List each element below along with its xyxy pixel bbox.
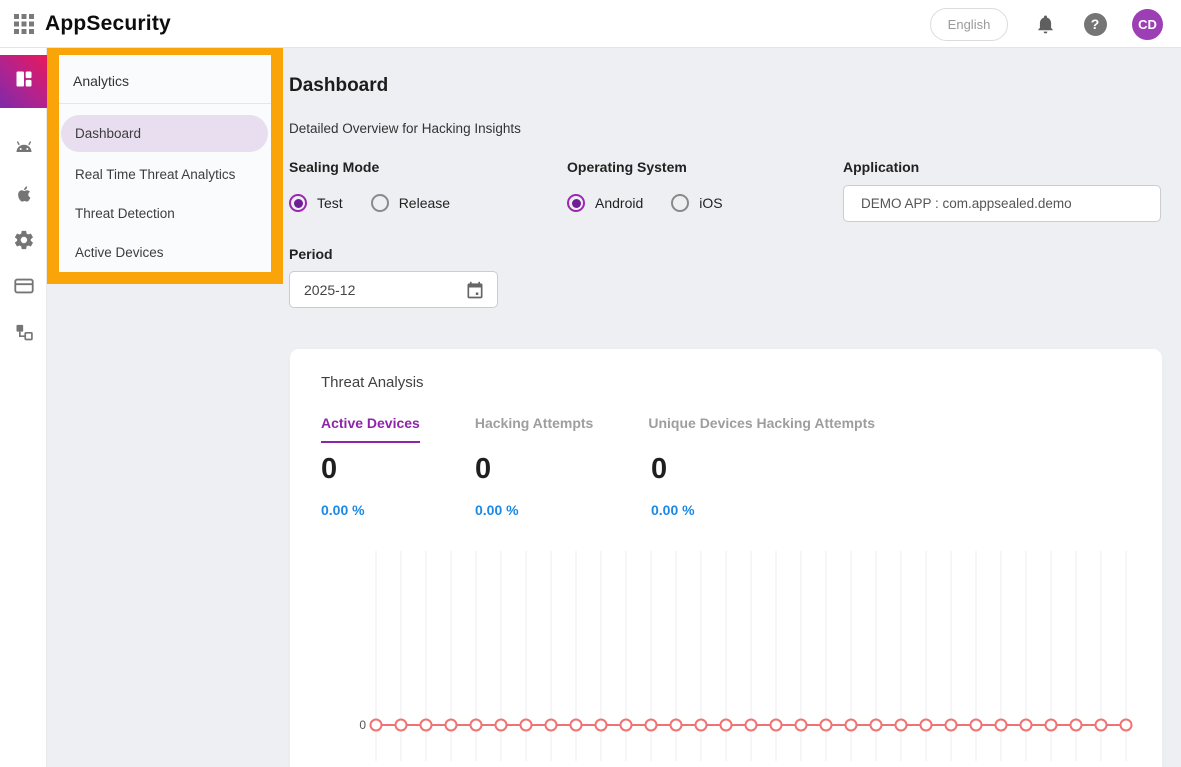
app-logo-text: AppSecurity (45, 12, 171, 36)
help-icon[interactable]: ? (1082, 11, 1108, 37)
radio-android-label[interactable]: Android (595, 195, 643, 211)
notifications-bell-icon[interactable] (1032, 11, 1058, 37)
sidebar-item-threat-detection[interactable]: Threat Detection (61, 195, 268, 232)
stat-percent: 0.00 % (321, 502, 475, 518)
dashboard-icon (14, 69, 34, 94)
stat-value: 0 (651, 453, 695, 486)
rail-hierarchy-item[interactable] (0, 311, 47, 357)
sidebar-item-label: Dashboard (75, 126, 141, 141)
stat-unique-devices: 0 0.00 % (651, 453, 695, 518)
application-select-value: DEMO APP : com.appsealed.demo (861, 196, 1072, 211)
rail-android-item[interactable] (0, 127, 47, 173)
radio-release[interactable] (371, 194, 389, 212)
language-label: English (948, 17, 991, 32)
tab-unique-devices-hacking-attempts[interactable]: Unique Devices Hacking Attempts (648, 415, 875, 443)
svg-text:0: 0 (359, 718, 366, 732)
threat-analysis-card: Threat Analysis Active Devices Hacking A… (289, 348, 1163, 767)
sitemap-icon (14, 322, 34, 347)
radio-ios[interactable] (671, 194, 689, 212)
threat-chart-svg: 0 (290, 549, 1164, 767)
application-label: Application (843, 159, 919, 175)
operating-system-label: Operating System (567, 159, 687, 175)
radio-android[interactable] (567, 194, 585, 212)
sidebar-item-active-devices[interactable]: Active Devices (61, 234, 268, 271)
operating-system-radio-group: Android iOS (567, 194, 741, 212)
sidebar-item-dashboard[interactable]: Dashboard (61, 115, 268, 152)
stat-value: 0 (321, 453, 475, 486)
rail-dashboard-item[interactable] (0, 55, 47, 108)
threat-tabs: Active Devices Hacking Attempts Unique D… (321, 415, 930, 443)
rail-apple-item[interactable] (0, 173, 47, 219)
sidebar-item-label: Active Devices (75, 245, 164, 260)
period-input[interactable]: 2025-12 (289, 271, 498, 308)
gear-icon (13, 229, 35, 256)
sidebar-item-label: Real Time Threat Analytics (75, 167, 235, 182)
sealing-mode-label: Sealing Mode (289, 159, 379, 175)
period-label: Period (289, 246, 333, 262)
help-question-mark: ? (1084, 13, 1107, 36)
rail-billing-item[interactable] (0, 265, 47, 311)
app-header: AppSecurity English ? CD (0, 0, 1181, 48)
apple-icon (13, 183, 35, 210)
sidebar-item-real-time-threat-analytics[interactable]: Real Time Threat Analytics (61, 156, 268, 193)
page-subtitle: Detailed Overview for Hacking Insights (289, 121, 521, 136)
icon-rail (0, 48, 47, 767)
radio-test[interactable] (289, 194, 307, 212)
stat-percent: 0.00 % (475, 502, 651, 518)
sealing-mode-radio-group: Test Release (289, 194, 468, 212)
page-title: Dashboard (289, 75, 388, 97)
sidebar-item-label: Threat Detection (75, 206, 175, 221)
tab-active-devices[interactable]: Active Devices (321, 415, 420, 443)
user-avatar[interactable]: CD (1132, 9, 1163, 40)
card-title: Threat Analysis (321, 374, 424, 391)
radio-release-label[interactable]: Release (399, 195, 450, 211)
rail-settings-item[interactable] (0, 219, 47, 265)
apps-grid-icon[interactable] (9, 9, 39, 39)
sidebar-section-title: Analytics (59, 55, 271, 103)
calendar-icon[interactable] (465, 280, 485, 300)
stat-percent: 0.00 % (651, 502, 695, 518)
stat-active-devices: 0 0.00 % (321, 453, 475, 518)
stat-value: 0 (475, 453, 651, 486)
android-icon (12, 136, 36, 165)
sidebar-annotation-box: Analytics Dashboard Real Time Threat Ana… (47, 43, 283, 284)
language-selector[interactable]: English (930, 8, 1008, 41)
sidebar-divider (59, 103, 271, 104)
tab-hacking-attempts[interactable]: Hacking Attempts (475, 415, 594, 443)
application-select[interactable]: DEMO APP : com.appsealed.demo (843, 185, 1161, 222)
radio-ios-label[interactable]: iOS (699, 195, 722, 211)
period-value: 2025-12 (304, 282, 355, 298)
threat-chart: 0 (290, 549, 1164, 767)
stats-row: 0 0.00 % 0 0.00 % 0 0.00 % (321, 453, 695, 518)
credit-card-icon (13, 275, 35, 302)
stat-hacking-attempts: 0 0.00 % (475, 453, 651, 518)
radio-test-label[interactable]: Test (317, 195, 343, 211)
